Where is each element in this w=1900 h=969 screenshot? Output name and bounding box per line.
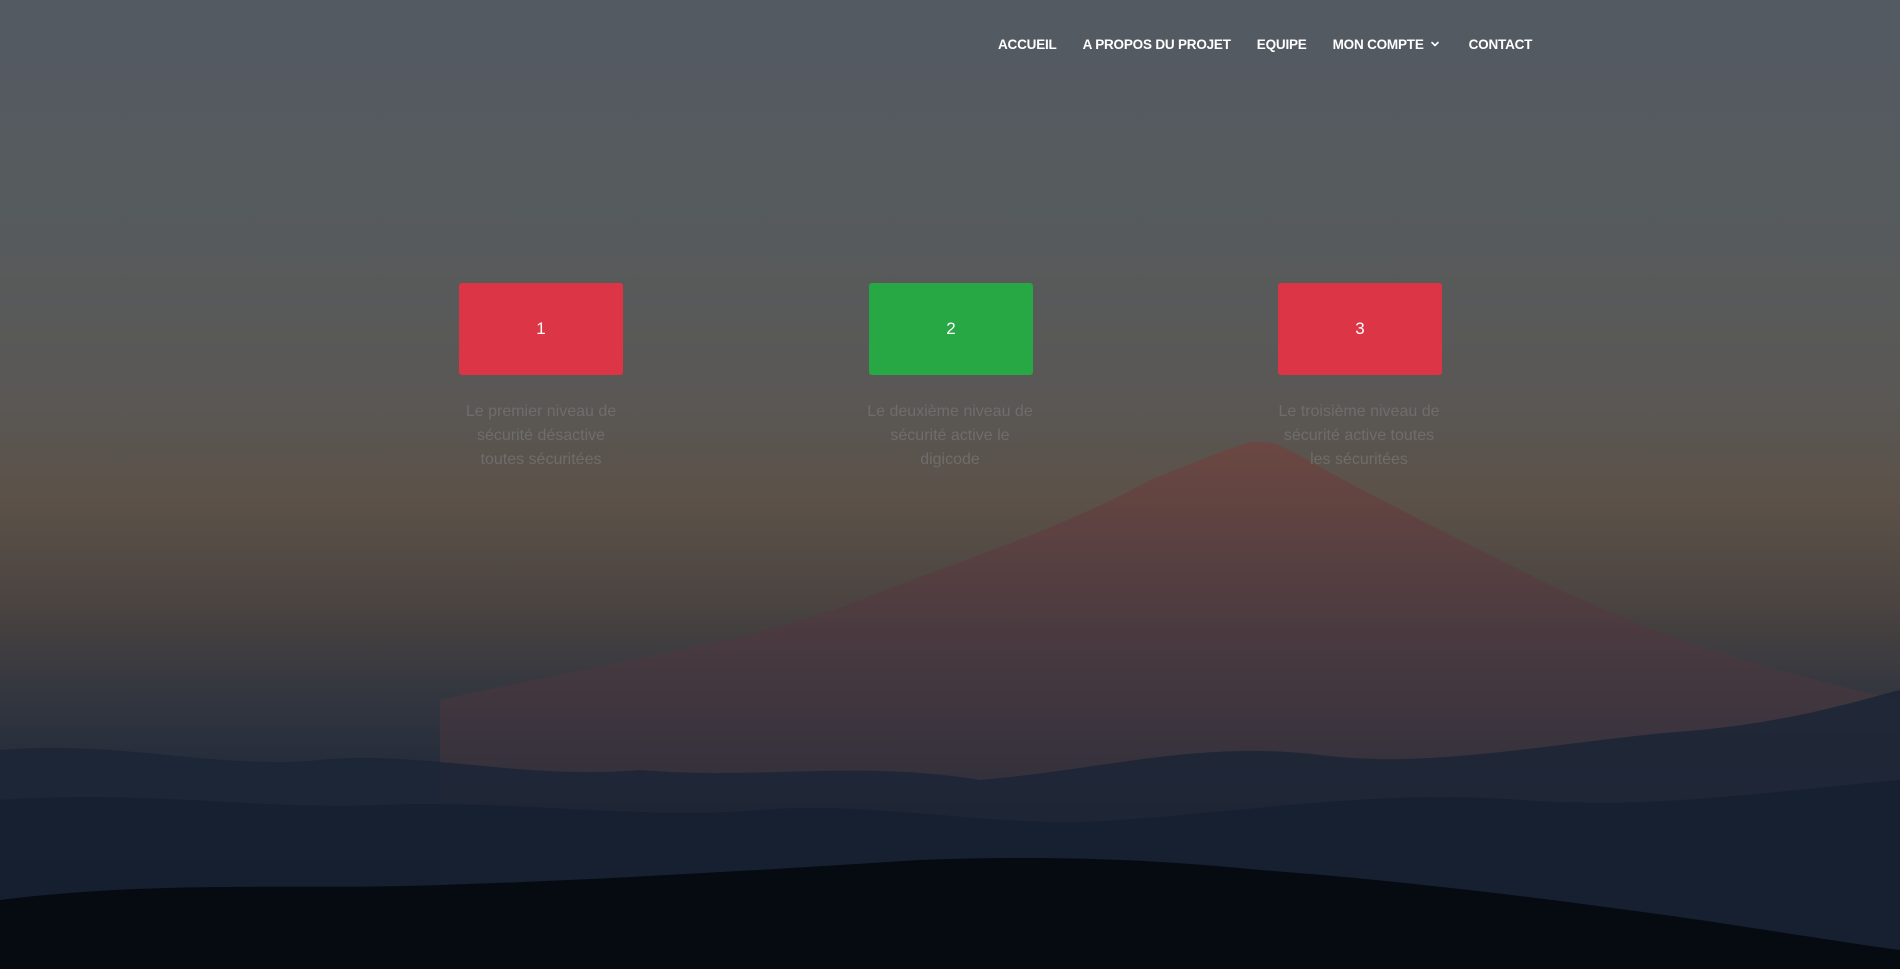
security-level-2-description: Le deuxième niveau de sécurité active le…	[867, 403, 1033, 468]
security-level-1-description: Le premier niveau de sécurité désactive …	[465, 403, 617, 468]
nav-item-equipe[interactable]: EQUIPE	[1257, 37, 1307, 52]
nav-item-accueil[interactable]: ACCUEIL	[998, 37, 1057, 52]
security-level-1-button[interactable]: 1	[459, 283, 623, 375]
security-level-3-button[interactable]: 3	[1278, 283, 1442, 375]
nav-item-a-propos-du-projet[interactable]: A PROPOS DU PROJET	[1083, 37, 1231, 52]
mountain-landscape-image	[0, 441, 1900, 969]
security-level-2-button[interactable]: 2	[869, 283, 1033, 375]
security-level-3-description: Le troisième niveau de sécurité active t…	[1278, 403, 1440, 468]
hero-background	[0, 0, 1900, 969]
nav-item-mon-compte[interactable]: MON COMPTE	[1333, 37, 1440, 52]
nav-item-mon-compte-label: MON COMPTE	[1332, 36, 1424, 52]
main-nav: ACCUEIL A PROPOS DU PROJET EQUIPE MON CO…	[998, 34, 1532, 54]
nav-item-contact[interactable]: CONTACT	[1469, 37, 1533, 52]
chevron-down-icon	[1430, 41, 1439, 47]
